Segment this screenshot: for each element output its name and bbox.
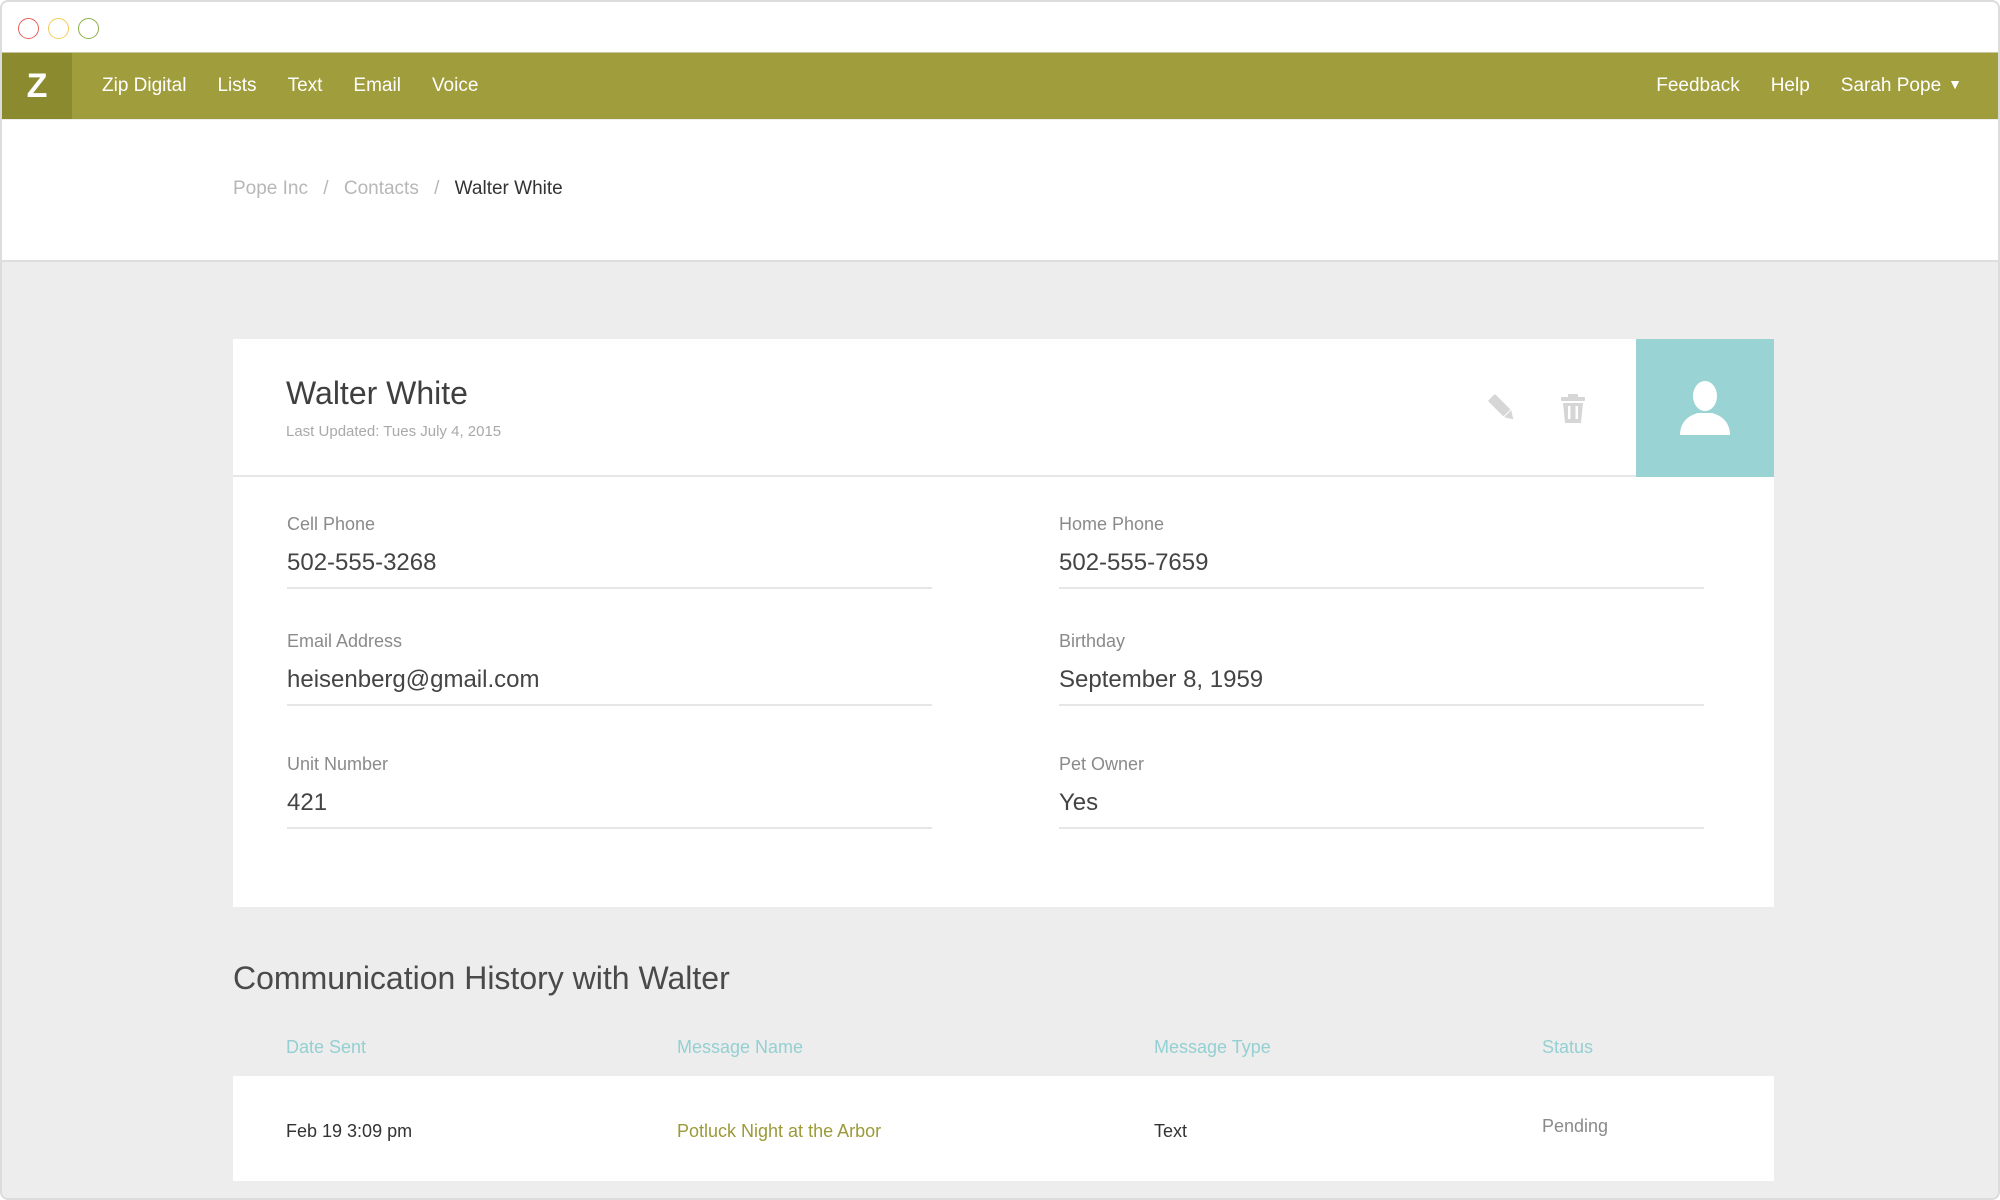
breadcrumb: Pope Inc / Contacts / Walter White	[233, 178, 563, 200]
status-badge: Pending	[1542, 1116, 1609, 1136]
nav-feedback-link[interactable]: Feedback	[1656, 75, 1739, 97]
breadcrumb-separator: /	[434, 178, 440, 199]
breadcrumb-current: Walter White	[454, 178, 563, 199]
birthday-input[interactable]	[1059, 666, 1704, 706]
window-close-button[interactable]	[18, 18, 39, 39]
nav-item-text[interactable]: Text	[288, 75, 323, 97]
history-title: Communication History with Walter	[233, 960, 730, 996]
unit-number-input[interactable]	[287, 789, 932, 829]
email-field: Email Address	[287, 631, 932, 706]
column-status[interactable]: Status	[1542, 1037, 1593, 1058]
avatar[interactable]	[1636, 339, 1774, 477]
home-phone-field: Home Phone	[1059, 514, 1704, 589]
pet-owner-label: Pet Owner	[1059, 754, 1145, 774]
nav-primary: Zip Digital Lists Text Email Voice	[102, 53, 509, 119]
table-row[interactable]: Feb 19 3:09 pm Potluck Night at the Arbo…	[233, 1076, 1774, 1181]
pet-owner-field: Pet Owner	[1059, 754, 1704, 829]
column-message-name[interactable]: Message Name	[677, 1037, 803, 1058]
birthday-field: Birthday	[1059, 631, 1704, 706]
cell-message-name-link[interactable]: Potluck Night at the Arbor	[677, 1121, 881, 1142]
trash-icon[interactable]	[1556, 391, 1590, 425]
user-name: Sarah Pope	[1840, 75, 1942, 96]
unit-number-field: Unit Number	[287, 754, 932, 829]
user-menu-button[interactable]: Sarah Pope ▼	[1841, 75, 1962, 97]
caret-down-icon: ▼	[1948, 76, 1962, 92]
home-phone-input[interactable]	[1059, 549, 1704, 589]
nav-help-link[interactable]: Help	[1771, 75, 1810, 97]
cell-phone-field: Cell Phone	[287, 514, 932, 589]
nav-item-email[interactable]: Email	[353, 75, 401, 97]
app-window: Z Zip Digital Lists Text Email Voice Fee…	[0, 0, 2000, 1200]
window-minimize-button[interactable]	[48, 18, 69, 39]
user-silhouette-icon	[1680, 381, 1730, 435]
window-maximize-button[interactable]	[78, 18, 99, 39]
nav-secondary: Feedback Help Sarah Pope ▼	[1625, 53, 1962, 119]
pencil-icon[interactable]	[1485, 391, 1519, 425]
breadcrumb-contacts[interactable]: Contacts	[344, 178, 419, 199]
contact-name: Walter White	[286, 375, 468, 411]
home-phone-label: Home Phone	[1059, 514, 1165, 534]
title-bar	[2, 2, 1998, 52]
top-nav: Z Zip Digital Lists Text Email Voice Fee…	[2, 52, 1998, 119]
last-updated: Last Updated: Tues July 4, 2015	[286, 423, 502, 440]
history-table-header: Date Sent Message Name Message Type Stat…	[233, 1035, 1774, 1075]
unit-number-label: Unit Number	[287, 754, 389, 774]
birthday-label: Birthday	[1059, 631, 1126, 651]
column-message-type[interactable]: Message Type	[1154, 1037, 1271, 1058]
column-date-sent[interactable]: Date Sent	[286, 1037, 366, 1058]
pet-owner-input[interactable]	[1059, 789, 1704, 829]
email-label: Email Address	[287, 631, 403, 651]
cell-message-type: Text	[1154, 1121, 1188, 1141]
cell-phone-input[interactable]	[287, 549, 932, 589]
contact-card-header: Walter White Last Updated: Tues July 4, …	[233, 339, 1774, 477]
cell-phone-label: Cell Phone	[287, 514, 376, 534]
breadcrumb-pope-inc[interactable]: Pope Inc	[233, 178, 308, 199]
contact-card: Walter White Last Updated: Tues July 4, …	[233, 339, 1774, 907]
nav-item-zip-digital[interactable]: Zip Digital	[102, 75, 186, 97]
email-input[interactable]	[287, 666, 932, 706]
nav-item-lists[interactable]: Lists	[217, 75, 256, 97]
breadcrumb-separator: /	[323, 178, 329, 199]
nav-item-voice[interactable]: Voice	[432, 75, 478, 97]
breadcrumb-bar: Pope Inc / Contacts / Walter White	[2, 120, 1998, 262]
cell-date-sent: Feb 19 3:09 pm	[286, 1121, 413, 1141]
app-logo[interactable]: Z	[2, 53, 72, 119]
